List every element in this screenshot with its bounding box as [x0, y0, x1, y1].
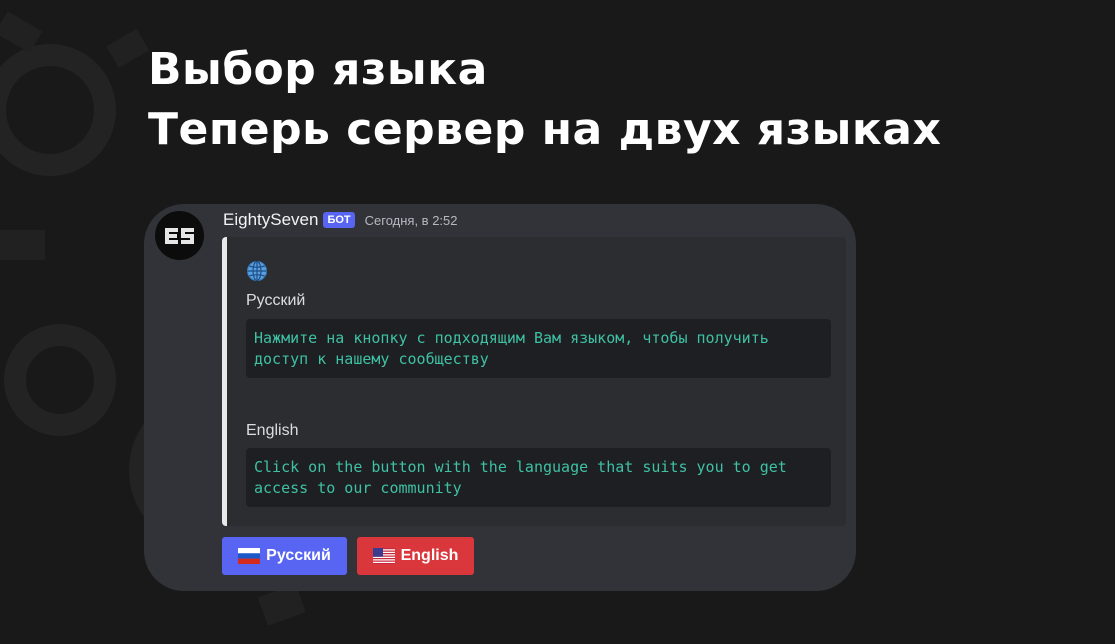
us-flag-icon: [372, 548, 395, 564]
headline-line-2: Теперь сервер на двух языках: [148, 104, 942, 155]
russia-flag-icon: [238, 548, 261, 564]
timestamp: Сегодня, в 2:52: [364, 212, 458, 228]
english-language-button[interactable]: English: [357, 537, 474, 575]
avatar[interactable]: [155, 211, 204, 260]
bot-badge: БОТ: [323, 212, 355, 228]
headline: Выбор языка Теперь сервер на двух языках: [148, 40, 941, 160]
avatar-logo-icon: [155, 211, 204, 260]
author-name[interactable]: EightySeven: [223, 210, 318, 230]
embed: Русский Нажмите на кнопку с подходящим В…: [222, 237, 846, 526]
globe-icon: [247, 260, 267, 282]
message-header: EightySeven БОТ Сегодня, в 2:52: [223, 209, 458, 231]
russian-language-button[interactable]: Русский: [222, 537, 347, 575]
embed-field-name-english: English: [246, 422, 299, 439]
embed-field-value-russian: Нажмите на кнопку с подходящим Вам языко…: [246, 319, 831, 378]
embed-field-value-english: Click on the button with the language th…: [246, 448, 831, 507]
russian-button-label: Русский: [266, 547, 331, 564]
embed-field-name-russian: Русский: [246, 292, 306, 309]
english-button-label: English: [400, 547, 459, 564]
headline-line-1: Выбор языка: [148, 44, 488, 95]
